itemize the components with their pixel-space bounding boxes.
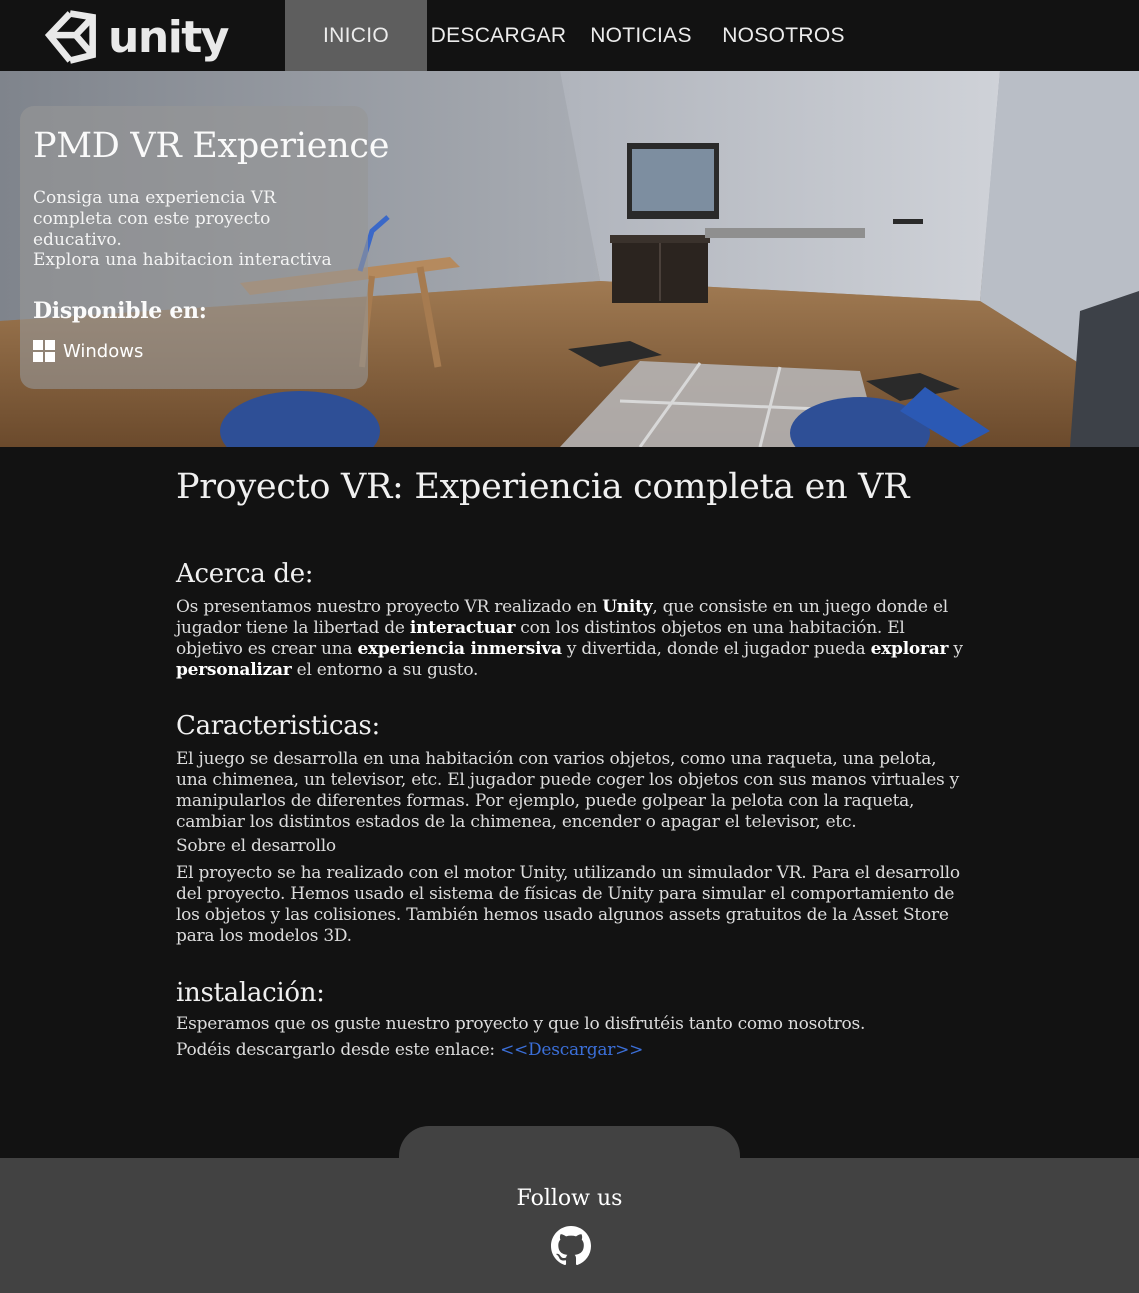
development-subheading: Sobre el desarrollo [176, 836, 336, 856]
about-heading: Acerca de: [176, 559, 314, 589]
github-icon[interactable] [551, 1226, 591, 1266]
top-nav: unity INICIO DESCARGAR NOTICIAS NOSOTROS [0, 0, 1139, 72]
download-link[interactable]: <<Descargar>> [500, 1040, 643, 1060]
nav-item-inicio[interactable]: INICIO [285, 0, 427, 71]
features-heading: Caracteristicas: [176, 711, 380, 741]
hero-subdescription: Explora una habitacion interactiva [33, 250, 332, 270]
hero-title: PMD VR Experience [33, 126, 390, 166]
download-line: Podéis descargarlo desde este enlace: <<… [176, 1040, 644, 1060]
hero-info-card: PMD VR Experience Consiga una experienci… [20, 106, 389, 389]
development-paragraph: El proyecto se ha realizado con el motor… [176, 863, 960, 946]
windows-icon [33, 340, 55, 362]
hero-description: Consiga una experiencia VR completa con … [33, 188, 276, 250]
page-title: Proyecto VR: Experiencia completa en VR [176, 467, 910, 507]
features-paragraph: El juego se desarrolla en una habitación… [176, 749, 960, 832]
nav-item-nosotros[interactable]: NOSOTROS [717, 0, 850, 71]
footer: Follow us [0, 1158, 1139, 1293]
follow-us-label: Follow us [516, 1186, 623, 1211]
install-heading: instalación: [176, 978, 325, 1008]
platform-windows[interactable]: Windows [33, 340, 143, 362]
unity-logo[interactable]: unity [38, 4, 229, 70]
hero-banner: PMD VR Experience Consiga una experienci… [0, 71, 1139, 447]
about-paragraph: Os presentamos nuestro proyecto VR reali… [176, 597, 963, 680]
available-on-label: Disponible en: [33, 298, 207, 324]
logo-text: unity [108, 11, 229, 63]
nav-item-descargar[interactable]: DESCARGAR [428, 0, 569, 71]
install-text: Esperamos que os guste nuestro proyecto … [176, 1014, 866, 1034]
nav-item-noticias[interactable]: NOTICIAS [585, 0, 697, 71]
platform-label: Windows [63, 340, 144, 362]
unity-cube-icon [44, 10, 96, 64]
